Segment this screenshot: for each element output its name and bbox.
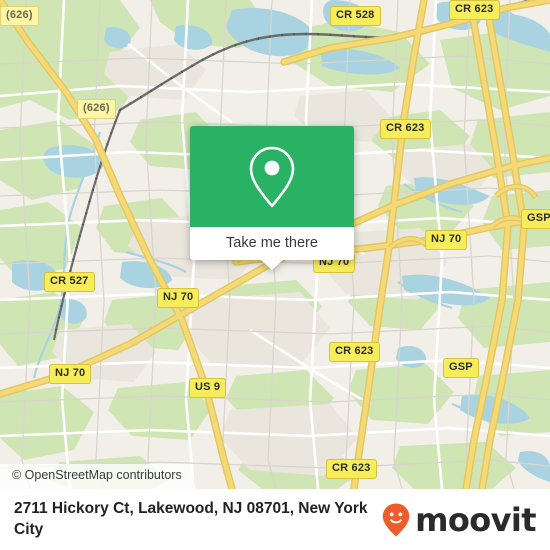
road-shield: (626) (0, 6, 39, 26)
map-attribution[interactable]: © OpenStreetMap contributors (0, 464, 192, 489)
road-shield: CR 623 (329, 342, 380, 362)
road-shield: CR 527 (44, 272, 95, 292)
footer-bar: 2711 Hickory Ct, Lakewood, NJ 08701, New… (0, 489, 550, 550)
popup-pointer-tail (261, 260, 283, 270)
popup-footer[interactable]: Take me there (190, 227, 354, 260)
map-screenshot: (626) CR 528 CR 623 (626) CR 623 GSP NJ 70 NJ 7… (0, 0, 550, 550)
map-pin-icon (249, 146, 295, 207)
road-shield: NJ 70 (49, 364, 92, 384)
road-shield: (626) (77, 99, 116, 119)
location-popup-card[interactable]: Take me there (190, 126, 354, 270)
road-shield: CR 623 (326, 459, 377, 479)
road-shield: CR 623 (449, 0, 500, 20)
road-shield: NJ 70 (157, 288, 200, 308)
road-shield: CR 528 (330, 6, 381, 26)
road-shield: GSP (443, 358, 479, 378)
moovit-wordmark: moovit (415, 500, 536, 539)
road-shield: GSP (521, 209, 550, 229)
map-canvas[interactable]: (626) CR 528 CR 623 (626) CR 623 GSP NJ 70 NJ 7… (0, 0, 550, 489)
popup-header (190, 126, 354, 227)
address-text: 2711 Hickory Ct, Lakewood, NJ 08701, New… (14, 499, 368, 538)
road-shield: CR 623 (380, 119, 431, 139)
road-shield: US 9 (189, 378, 227, 398)
moovit-smiley-pin-icon (382, 503, 410, 536)
moovit-logo[interactable]: moovit (381, 500, 537, 539)
take-me-there-button[interactable]: Take me there (226, 236, 318, 251)
road-shield: NJ 70 (425, 230, 468, 250)
